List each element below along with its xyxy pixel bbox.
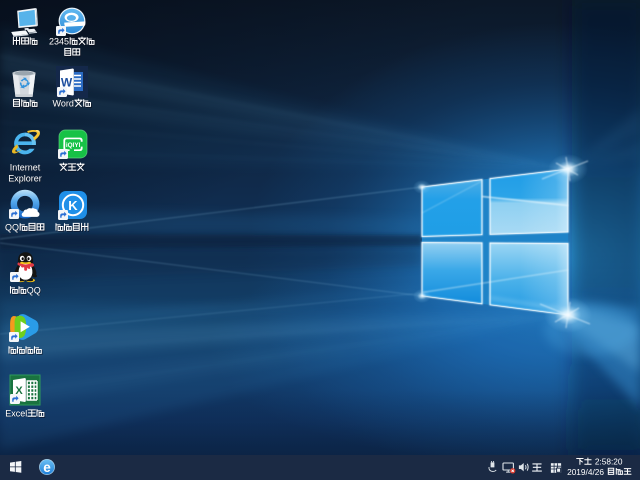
svg-text:2:58:20: 2:58:20: [595, 456, 623, 466]
svg-text:2019/4/26: 2019/4/26: [567, 467, 604, 477]
